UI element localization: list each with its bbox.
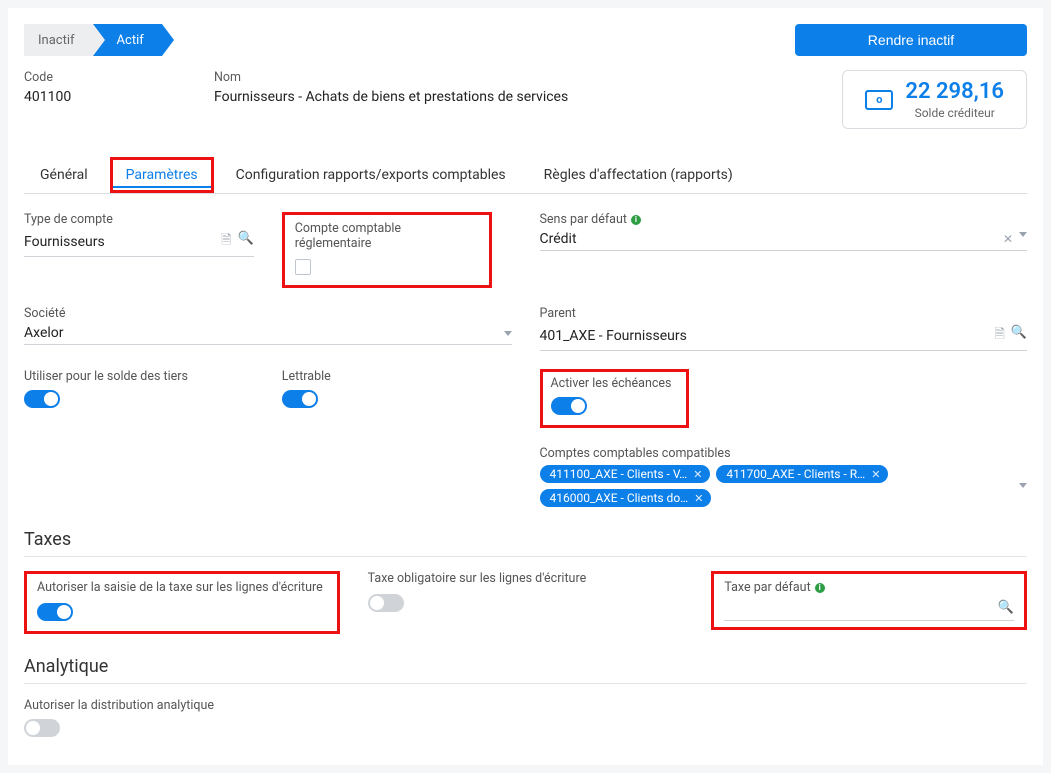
enable-due-dates-toggle[interactable]	[551, 397, 587, 415]
regulatory-checkbox[interactable]	[295, 259, 311, 275]
tax-required-label: Taxe obligatoire sur les lignes d'écritu…	[368, 571, 684, 586]
letterable-label: Lettrable	[282, 369, 512, 384]
tab-parameters[interactable]: Paramètres	[110, 157, 214, 193]
header-info: Code 401100 Nom Fournisseurs - Achats de…	[24, 70, 1027, 129]
default-direction-value: Crédit	[540, 231, 577, 247]
field-regulatory: Compte comptable réglementaire	[282, 212, 492, 288]
status-row: Inactif Actif Rendre inactif	[24, 24, 1027, 56]
allow-tax-entry-toggle[interactable]	[37, 603, 73, 621]
field-default-direction: Sens par défaut i Crédit ✕	[540, 212, 1028, 288]
divider	[24, 683, 1027, 684]
enable-due-dates-label: Activer les échéances	[551, 376, 672, 391]
parent-label: Parent	[540, 306, 1028, 321]
allow-distribution-toggle[interactable]	[24, 719, 60, 737]
field-account-type: Type de compte Fournisseurs 🗎 🔍	[24, 212, 254, 288]
chip[interactable]: 411100_AXE - Clients - V…✕	[540, 465, 711, 483]
field-default-tax: Taxe par défaut i 🔍	[711, 571, 1027, 630]
account-type-input[interactable]: Fournisseurs 🗎 🔍	[24, 227, 254, 257]
balance-label: Solde créditeur	[905, 106, 1004, 120]
account-type-label: Type de compte	[24, 212, 254, 227]
third-party-balance-toggle[interactable]	[24, 390, 60, 408]
letterable-toggle[interactable]	[282, 390, 318, 408]
chip-remove-icon[interactable]: ✕	[694, 492, 703, 505]
balance-card: o 22 298,16 Solde créditeur	[842, 70, 1027, 129]
tab-general[interactable]: Général	[24, 157, 104, 193]
name-value: Fournisseurs - Achats de biens et presta…	[214, 89, 568, 105]
analytic-section-title: Analytique	[24, 656, 1027, 677]
default-tax-label: Taxe par défaut i	[724, 580, 1014, 595]
allow-tax-entry-label: Autoriser la saisie de la taxe sur les l…	[37, 580, 327, 595]
search-icon[interactable]: 🔍	[1011, 325, 1027, 347]
default-tax-input[interactable]: 🔍	[724, 595, 1014, 621]
doc-icon[interactable]: 🗎	[221, 231, 231, 253]
third-party-balance-label: Utiliser pour le solde des tiers	[24, 369, 254, 384]
field-company: Société Axelor	[24, 306, 512, 351]
chip-remove-icon[interactable]: ✕	[871, 468, 880, 481]
company-value: Axelor	[24, 325, 64, 341]
field-enable-due-dates: Activer les échéances	[540, 369, 689, 428]
cash-icon: o	[865, 90, 893, 110]
default-direction-select[interactable]: Crédit ✕	[540, 227, 1028, 251]
field-letterable: Lettrable	[282, 369, 512, 428]
status-inactive[interactable]: Inactif	[24, 24, 93, 56]
status-crumbs: Inactif Actif	[24, 24, 162, 56]
deactivate-button[interactable]: Rendre inactif	[795, 24, 1027, 56]
doc-icon[interactable]: 🗎	[994, 325, 1004, 347]
company-select[interactable]: Axelor	[24, 321, 512, 345]
field-allow-analytic-distribution: Autoriser la distribution analytique	[24, 698, 1027, 741]
info-icon[interactable]: i	[631, 215, 641, 225]
tab-rules[interactable]: Règles d'affectation (rapports)	[528, 157, 749, 193]
field-allow-tax-entry: Autoriser la saisie de la taxe sur les l…	[24, 571, 340, 634]
field-tax-required: Taxe obligatoire sur les lignes d'écritu…	[368, 571, 684, 616]
info-icon[interactable]: i	[815, 583, 825, 593]
chevron-down-icon[interactable]	[1019, 232, 1027, 237]
chevron-down-icon[interactable]	[504, 331, 512, 336]
clear-icon[interactable]: ✕	[1003, 232, 1013, 246]
tab-config[interactable]: Configuration rapports/exports comptable…	[220, 157, 522, 193]
field-compatible-accounts: Comptes comptables compatibles 411100_AX…	[540, 446, 1028, 507]
compatible-accounts-label: Comptes comptables compatibles	[540, 446, 1028, 461]
default-direction-label: Sens par défaut i	[540, 212, 1028, 227]
form-grid: Type de compte Fournisseurs 🗎 🔍 Compte c…	[24, 212, 1027, 507]
chip-remove-icon[interactable]: ✕	[693, 468, 702, 481]
chevron-down-icon[interactable]	[1019, 483, 1027, 488]
chip[interactable]: 411700_AXE - Clients - R…✕	[716, 465, 888, 483]
parent-input[interactable]: 401_AXE - Fournisseurs 🗎 🔍	[540, 321, 1028, 351]
search-icon[interactable]: 🔍	[998, 600, 1014, 615]
code-label: Code	[24, 70, 174, 85]
field-third-party-balance: Utiliser pour le solde des tiers	[24, 369, 254, 428]
parent-value: 401_AXE - Fournisseurs	[540, 328, 687, 344]
chip[interactable]: 416000_AXE - Clients do…✕	[540, 489, 712, 507]
balance-amount: 22 298,16	[905, 79, 1004, 104]
search-icon[interactable]: 🔍	[238, 231, 254, 253]
account-edit-page: Inactif Actif Rendre inactif Code 401100…	[8, 8, 1043, 765]
name-label: Nom	[214, 70, 568, 85]
allow-distribution-label: Autoriser la distribution analytique	[24, 698, 1027, 713]
field-parent: Parent 401_AXE - Fournisseurs 🗎 🔍	[540, 306, 1028, 351]
compatible-accounts-chips[interactable]: 411100_AXE - Clients - V…✕ 411700_AXE - …	[540, 465, 1020, 507]
tax-required-toggle[interactable]	[368, 594, 404, 612]
divider	[24, 556, 1027, 557]
account-type-value: Fournisseurs	[24, 234, 105, 250]
company-label: Société	[24, 306, 512, 321]
code-value: 401100	[24, 89, 174, 105]
taxes-row: Autoriser la saisie de la taxe sur les l…	[24, 571, 1027, 634]
taxes-section-title: Taxes	[24, 529, 1027, 550]
tabs: Général Paramètres Configuration rapport…	[24, 157, 1027, 194]
regulatory-label: Compte comptable réglementaire	[295, 221, 479, 251]
